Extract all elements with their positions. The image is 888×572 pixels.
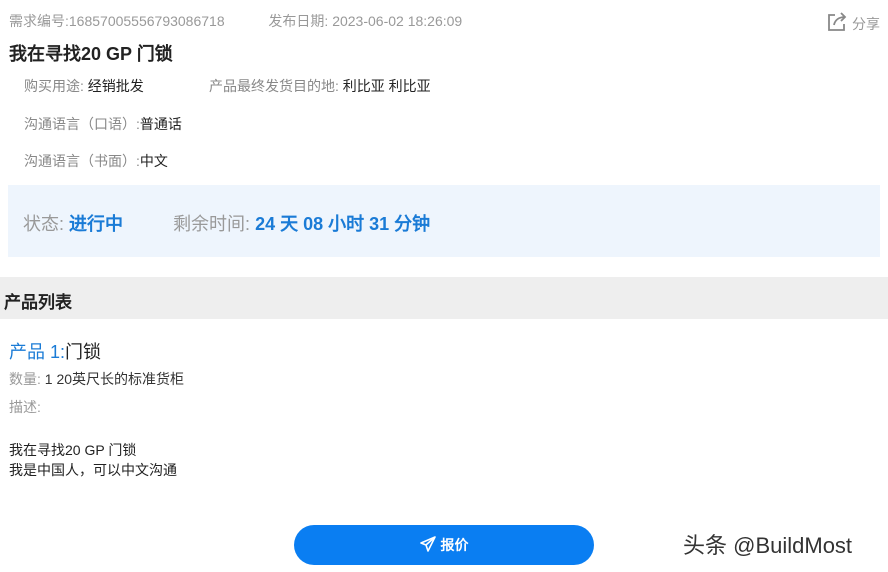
spoken-language-value: 普通话 bbox=[139, 116, 182, 132]
description-label: 描述: bbox=[9, 399, 41, 415]
written-language-value: 中文 bbox=[139, 153, 168, 169]
destination-label: 产品最终发货目的地: bbox=[209, 78, 339, 94]
description-line-1: 我在寻找20 GP 门锁 bbox=[9, 442, 137, 458]
remaining-time-value: 24 天 08 小时 31 分钟 bbox=[255, 214, 431, 234]
quote-button[interactable]: 报价 bbox=[294, 525, 594, 565]
share-label: 分享 bbox=[852, 15, 880, 32]
share-button[interactable]: 分享 bbox=[826, 11, 880, 36]
status-panel: 状态: 进行中 剩余时间: 24 天 08 小时 31 分钟 bbox=[8, 185, 880, 257]
watermark: 头条 @BuildMost bbox=[683, 533, 853, 558]
purpose-label: 购买用途: bbox=[24, 78, 84, 94]
publish-date: 2023-06-02 18:26:09 bbox=[332, 13, 463, 29]
spoken-language-label: 沟通语言（口语）: bbox=[24, 116, 140, 132]
product-list-header: 产品列表 bbox=[0, 277, 888, 319]
request-id: 16857005556793086718 bbox=[68, 13, 225, 29]
quantity-value: 1 20英尺长的标准货柜 bbox=[44, 371, 185, 387]
destination-row: 产品最终发货目的地: 利比亚 利比亚 bbox=[209, 76, 431, 96]
destination-value: 利比亚 利比亚 bbox=[342, 78, 431, 94]
written-language-label: 沟通语言（书面）: bbox=[24, 153, 140, 169]
purpose-row: 购买用途: 经销批发 bbox=[24, 76, 144, 96]
publish-date-label: 发布日期: bbox=[268, 13, 329, 29]
spoken-language-row: 沟通语言（口语）:普通话 bbox=[24, 114, 182, 134]
page-title: 我在寻找20 GP 门锁 bbox=[9, 44, 173, 64]
quote-label: 报价 bbox=[440, 537, 469, 553]
request-meta: 需求编号:16857005556793086718 发布日期: 2023-06-… bbox=[9, 11, 462, 31]
product-index-label: 产品 1: bbox=[9, 342, 66, 362]
remaining-time-label: 剩余时间: bbox=[173, 214, 251, 234]
product-title: 产品 1:门锁 bbox=[9, 338, 101, 364]
status-label: 状态: bbox=[23, 214, 65, 234]
quantity-row: 数量: 1 20英尺长的标准货柜 bbox=[9, 369, 184, 389]
status-value: 进行中 bbox=[69, 214, 124, 234]
product-list-title: 产品列表 bbox=[4, 293, 72, 312]
share-icon bbox=[826, 11, 848, 36]
description-line-2: 我是中国人，可以中文沟通 bbox=[9, 462, 177, 478]
description-text: 我在寻找20 GP 门锁 我是中国人，可以中文沟通 bbox=[9, 440, 177, 480]
product-name: 门锁 bbox=[65, 342, 102, 362]
quantity-label: 数量: bbox=[9, 371, 41, 387]
send-icon bbox=[419, 535, 436, 555]
request-id-label: 需求编号: bbox=[9, 13, 69, 29]
written-language-row: 沟通语言（书面）:中文 bbox=[24, 151, 168, 171]
purpose-value: 经销批发 bbox=[87, 78, 144, 94]
